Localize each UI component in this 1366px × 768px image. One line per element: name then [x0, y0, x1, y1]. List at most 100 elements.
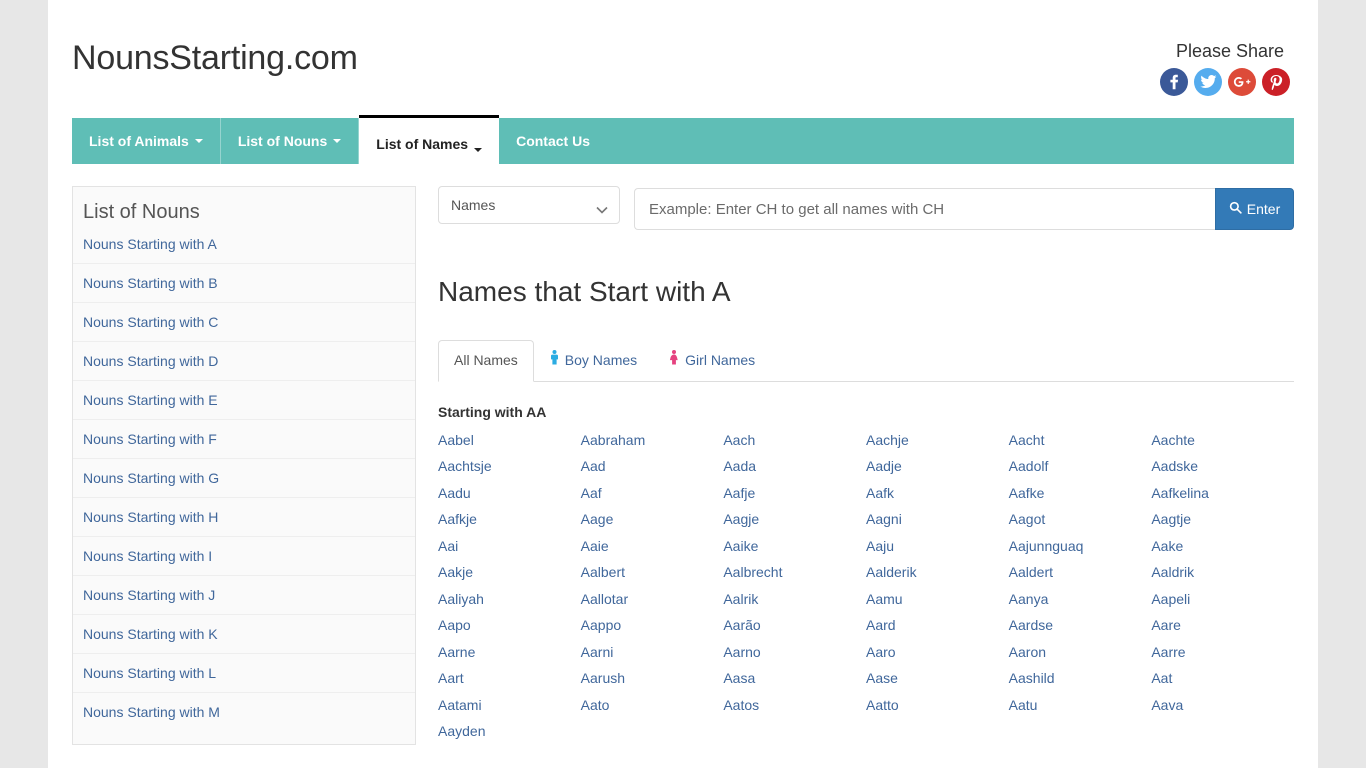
name-link[interactable]: Aachtsje: [438, 453, 581, 480]
name-link[interactable]: Aatu: [1009, 692, 1152, 719]
name-link[interactable]: Aafke: [1009, 480, 1152, 507]
search-icon: [1229, 201, 1242, 217]
name-link[interactable]: Aach: [723, 427, 866, 454]
google-plus-share-icon[interactable]: [1228, 67, 1256, 96]
sidebar-item-nouns-starting-with-b[interactable]: Nouns Starting with B: [73, 263, 415, 302]
nav-item-list-of-nouns[interactable]: List of Nouns: [221, 118, 360, 164]
name-link[interactable]: Aappo: [581, 612, 724, 639]
name-link[interactable]: Aase: [866, 665, 1009, 692]
name-link[interactable]: Aarão: [723, 612, 866, 639]
name-link[interactable]: Aai: [438, 533, 581, 560]
pinterest-share-icon[interactable]: [1262, 67, 1290, 96]
sidebar-item-nouns-starting-with-h[interactable]: Nouns Starting with H: [73, 497, 415, 536]
name-link[interactable]: Aatto: [866, 692, 1009, 719]
name-link[interactable]: Aafkelina: [1151, 480, 1294, 507]
name-link[interactable]: Aaf: [581, 480, 724, 507]
sidebar-item-nouns-starting-with-g[interactable]: Nouns Starting with G: [73, 458, 415, 497]
name-link[interactable]: Aabel: [438, 427, 581, 454]
name-link[interactable]: Aadolf: [1009, 453, 1152, 480]
name-link[interactable]: Aashild: [1009, 665, 1152, 692]
sidebar-item-nouns-starting-with-a[interactable]: Nouns Starting with A: [73, 234, 415, 263]
name-link[interactable]: Aarni: [581, 639, 724, 666]
name-link[interactable]: Aagtje: [1151, 506, 1294, 533]
sidebar-item-nouns-starting-with-f[interactable]: Nouns Starting with F: [73, 419, 415, 458]
search-input[interactable]: [634, 188, 1215, 230]
name-link[interactable]: Aaldrik: [1151, 559, 1294, 586]
name-link[interactable]: Aajunnguaq: [1009, 533, 1152, 560]
name-link[interactable]: Aagot: [1009, 506, 1152, 533]
name-link[interactable]: Aaike: [723, 533, 866, 560]
name-link[interactable]: Aamu: [866, 586, 1009, 613]
name-link[interactable]: Aadske: [1151, 453, 1294, 480]
name-link[interactable]: Aabraham: [581, 427, 724, 454]
name-link[interactable]: Aarno: [723, 639, 866, 666]
name-link[interactable]: Aadje: [866, 453, 1009, 480]
name-link[interactable]: Aake: [1151, 533, 1294, 560]
search-type-select-wrap: Names: [438, 186, 620, 224]
tab-girl-names[interactable]: Girl Names: [653, 339, 771, 382]
sidebar-item-nouns-starting-with-k[interactable]: Nouns Starting with K: [73, 614, 415, 653]
name-link[interactable]: Aad: [581, 453, 724, 480]
name-link[interactable]: Aatami: [438, 692, 581, 719]
facebook-share-icon[interactable]: [1160, 67, 1188, 96]
name-link[interactable]: Aarush: [581, 665, 724, 692]
sidebar-item-nouns-starting-with-i[interactable]: Nouns Starting with I: [73, 536, 415, 575]
name-link[interactable]: Aagje: [723, 506, 866, 533]
name-link[interactable]: Aadu: [438, 480, 581, 507]
name-link[interactable]: Aage: [581, 506, 724, 533]
name-link[interactable]: Aagni: [866, 506, 1009, 533]
sidebar-item-nouns-starting-with-j[interactable]: Nouns Starting with J: [73, 575, 415, 614]
name-link[interactable]: Aalderik: [866, 559, 1009, 586]
name-link[interactable]: Aaju: [866, 533, 1009, 560]
name-link[interactable]: Aart: [438, 665, 581, 692]
name-link[interactable]: Aare: [1151, 612, 1294, 639]
site-brand[interactable]: NounsStarting.com: [72, 39, 358, 77]
tab-label: All Names: [454, 352, 518, 369]
sidebar-item-nouns-starting-with-l[interactable]: Nouns Starting with L: [73, 653, 415, 692]
name-link[interactable]: Aasa: [723, 665, 866, 692]
name-link[interactable]: Aapeli: [1151, 586, 1294, 613]
name-link[interactable]: Aalbrecht: [723, 559, 866, 586]
name-link[interactable]: Aarre: [1151, 639, 1294, 666]
name-link[interactable]: Aafk: [866, 480, 1009, 507]
tab-all-names[interactable]: All Names: [438, 340, 534, 382]
name-link[interactable]: Aaron: [1009, 639, 1152, 666]
name-link[interactable]: Aard: [866, 612, 1009, 639]
name-link[interactable]: Aada: [723, 453, 866, 480]
name-link[interactable]: Aapo: [438, 612, 581, 639]
name-link[interactable]: Aachje: [866, 427, 1009, 454]
name-link[interactable]: Aayden: [438, 718, 581, 745]
name-link[interactable]: Aacht: [1009, 427, 1152, 454]
search-enter-button[interactable]: Enter: [1215, 188, 1294, 230]
main-column: Names Enter: [438, 186, 1294, 745]
name-link[interactable]: Aaldert: [1009, 559, 1152, 586]
name-link[interactable]: Aarne: [438, 639, 581, 666]
name-link[interactable]: Aakje: [438, 559, 581, 586]
nav-item-contact-us[interactable]: Contact Us: [499, 118, 607, 164]
name-link[interactable]: Aaie: [581, 533, 724, 560]
name-link[interactable]: Aanya: [1009, 586, 1152, 613]
name-link[interactable]: Aafkje: [438, 506, 581, 533]
sidebar-item-nouns-starting-with-c[interactable]: Nouns Starting with C: [73, 302, 415, 341]
name-link[interactable]: Aardse: [1009, 612, 1152, 639]
twitter-share-icon[interactable]: [1194, 67, 1222, 96]
name-link[interactable]: Aat: [1151, 665, 1294, 692]
search-button-label: Enter: [1246, 201, 1281, 217]
name-link[interactable]: Aaro: [866, 639, 1009, 666]
nav-item-list-of-animals[interactable]: List of Animals: [72, 118, 221, 164]
tab-boy-names[interactable]: Boy Names: [534, 339, 653, 382]
sidebar-item-nouns-starting-with-d[interactable]: Nouns Starting with D: [73, 341, 415, 380]
name-link[interactable]: Aatos: [723, 692, 866, 719]
name-link[interactable]: Aalrik: [723, 586, 866, 613]
nav-item-list-of-names[interactable]: List of Names: [359, 115, 500, 164]
name-link[interactable]: Aava: [1151, 692, 1294, 719]
name-link[interactable]: Aaliyah: [438, 586, 581, 613]
name-link[interactable]: Aalbert: [581, 559, 724, 586]
name-link[interactable]: Aallotar: [581, 586, 724, 613]
name-link[interactable]: Aato: [581, 692, 724, 719]
name-link[interactable]: Aachte: [1151, 427, 1294, 454]
sidebar-item-nouns-starting-with-e[interactable]: Nouns Starting with E: [73, 380, 415, 419]
name-link[interactable]: Aafje: [723, 480, 866, 507]
sidebar-item-nouns-starting-with-m[interactable]: Nouns Starting with M: [73, 692, 415, 731]
search-type-select[interactable]: Names: [438, 186, 620, 224]
